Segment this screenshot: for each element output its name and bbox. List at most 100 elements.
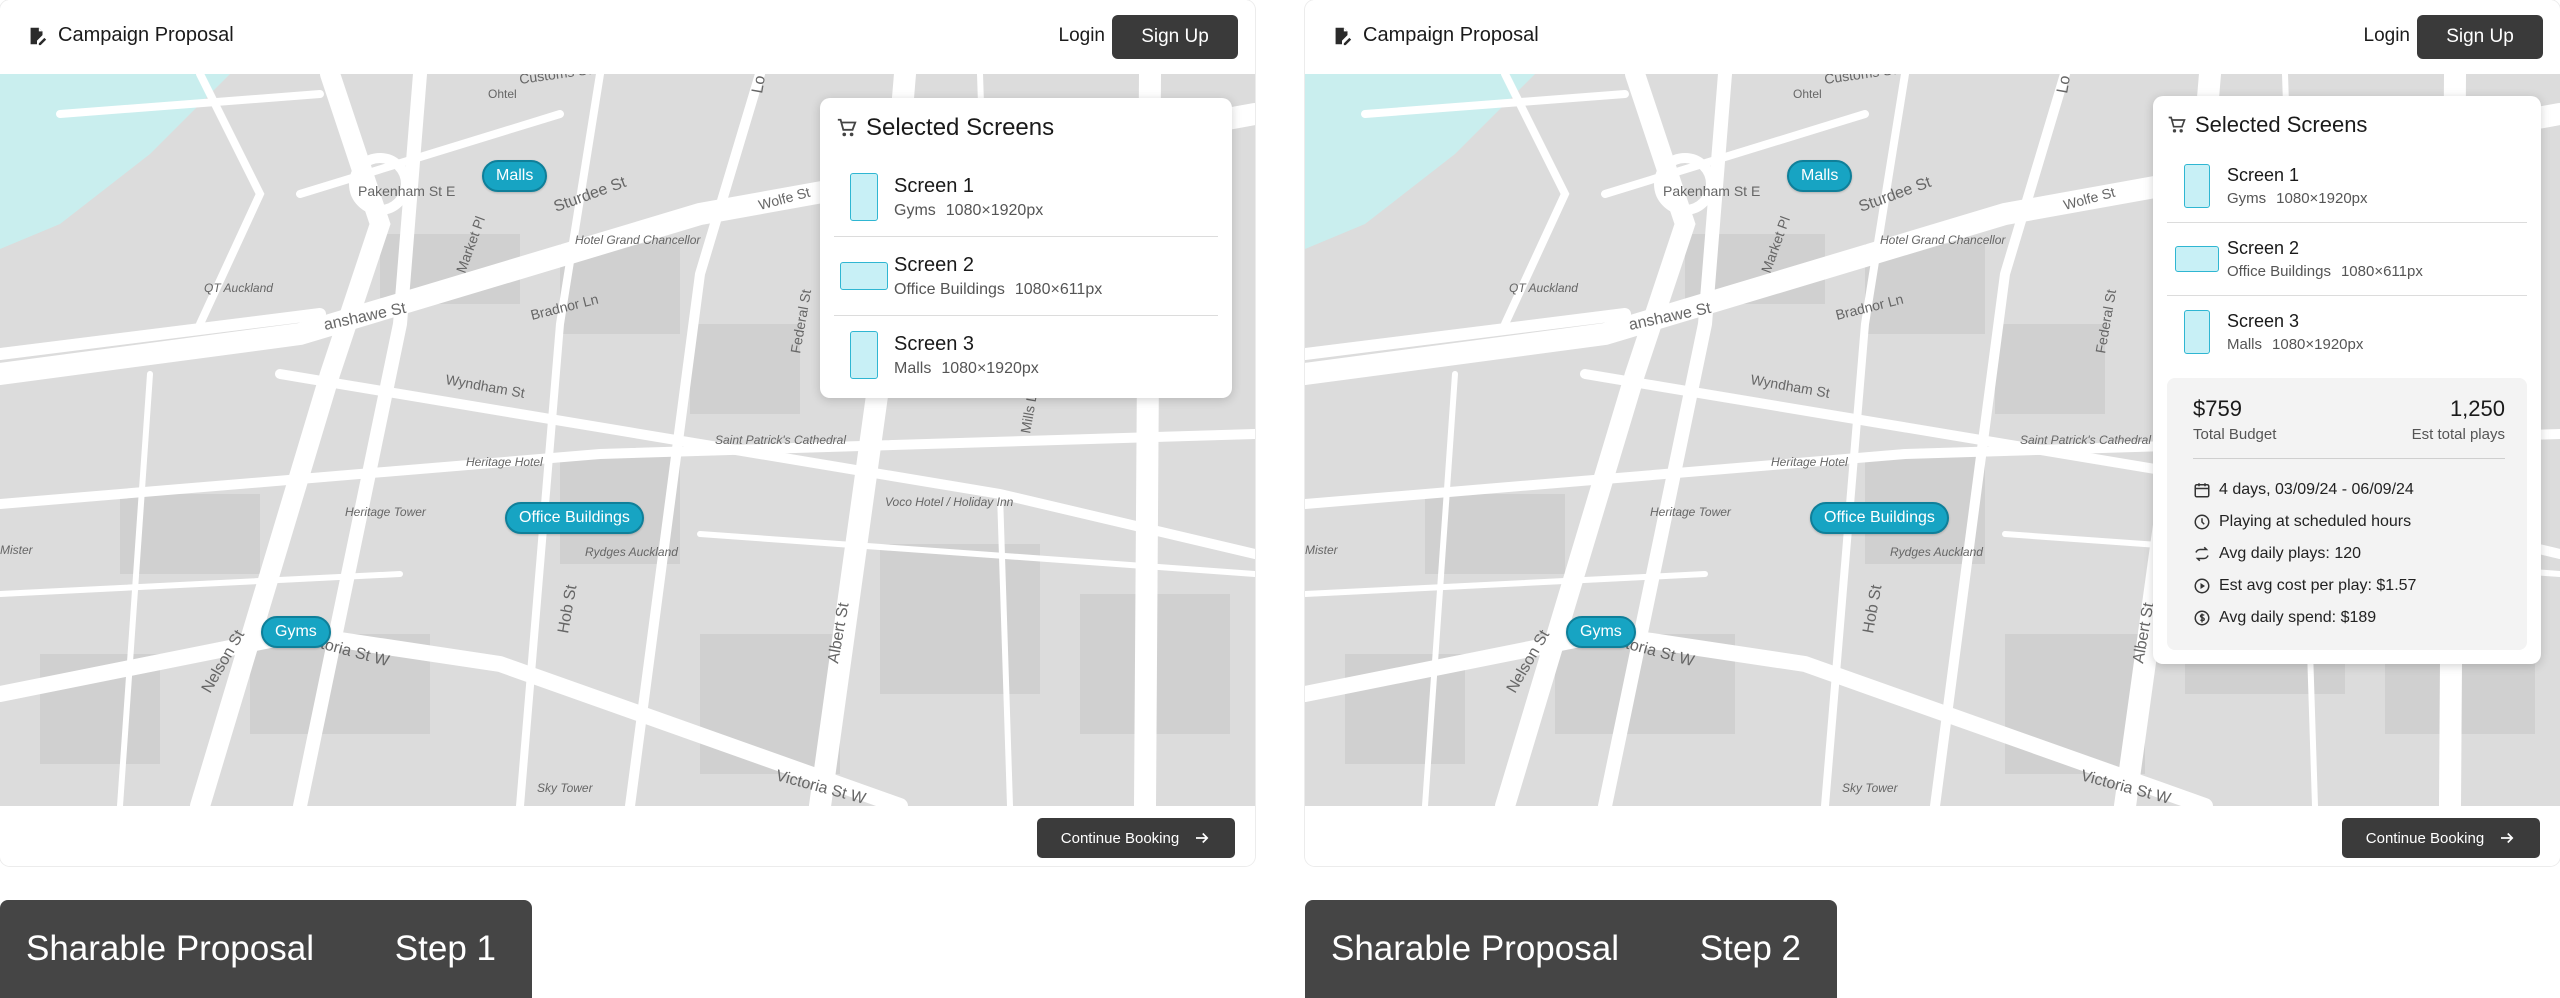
- play-icon: [2194, 578, 2210, 594]
- signup-button[interactable]: Sign Up: [1112, 15, 1238, 59]
- selected-screens-title: Selected Screens: [2195, 112, 2368, 137]
- signup-button[interactable]: Sign Up: [2417, 15, 2543, 59]
- detail-text: Playing at scheduled hours: [2219, 513, 2412, 530]
- map-pin-malls[interactable]: Malls: [1787, 160, 1853, 192]
- detail-text: Est avg cost per play: $1.57: [2219, 577, 2417, 594]
- landscape-screen-thumbnail: [2175, 246, 2219, 272]
- map-label: Pakenham St E: [1663, 183, 1760, 199]
- top-bar: Campaign Proposal Login Sign Up: [1305, 0, 2560, 74]
- total-budget-value: $759: [2193, 396, 2242, 421]
- screen-category: Office Buildings: [2227, 263, 2331, 280]
- calendar-icon: [2194, 483, 2210, 498]
- login-button[interactable]: Login: [1059, 25, 1106, 47]
- portrait-screen-thumbnail: [850, 173, 878, 221]
- screen-size: 1080×611px: [1014, 280, 1103, 298]
- total-plays-value: 1,250: [2449, 396, 2505, 421]
- screen-category: Gyms: [2227, 190, 2267, 207]
- map-label: QT Auckland: [204, 281, 273, 295]
- footer: Continue Booking: [1305, 806, 2560, 866]
- screen-list: Screen 1 Gyms 1080×1920px Screen 2 Office…: [2167, 150, 2527, 368]
- screen-name: Screen 2: [894, 253, 975, 276]
- map-label: Mister: [0, 543, 34, 557]
- brand-title: Campaign Proposal: [58, 24, 234, 46]
- document-edit-icon: [1335, 27, 1352, 45]
- selected-screens-card: Selected Screens Screen 1 Gyms 1080×1920p…: [2153, 96, 2541, 664]
- map-pin-gyms[interactable]: Gyms: [261, 616, 331, 648]
- screen-name: Screen 3: [2227, 311, 2300, 331]
- map-label: Sky Tower: [1842, 781, 1899, 795]
- map-label: Lo: [2054, 74, 2074, 95]
- brand-title: Campaign Proposal: [1363, 24, 1539, 46]
- caption-step-2: Sharable Proposal Step 2: [1305, 900, 1837, 998]
- hours-detail: Playing at scheduled hours: [2193, 506, 2416, 538]
- map-label: Mister: [1305, 543, 1339, 557]
- top-bar: Campaign Proposal Login Sign Up: [0, 0, 1255, 74]
- map-label: Voco Hotel / Holiday Inn: [885, 495, 1014, 509]
- map-label: Pakenham St E: [358, 183, 455, 199]
- map-label: Ohtel: [488, 87, 517, 101]
- screen-row-1[interactable]: Screen 1 Gyms 1080×1920px: [834, 158, 1218, 237]
- brand[interactable]: Campaign Proposal: [26, 24, 234, 47]
- map-pin-office-buildings[interactable]: Office Buildings: [1810, 502, 1949, 534]
- cart-icon: [837, 118, 857, 137]
- dollar-icon: [2194, 610, 2210, 626]
- map-label: Hotel Grand Chancellor: [1880, 233, 2006, 247]
- map-label: Heritage Tower: [1650, 505, 1732, 519]
- map-label: Lo: [749, 74, 769, 95]
- document-edit-icon: [30, 27, 47, 45]
- proposal-panel-step-1: Campaign Proposal Login Sign Up Customs …: [0, 0, 1255, 866]
- map-label: Rydges Auckland: [585, 545, 678, 559]
- map-label: Rydges Auckland: [1890, 545, 1983, 559]
- screen-size: 1080×1920px: [2276, 190, 2368, 207]
- screen-row-2[interactable]: Screen 2 Office Buildings 1080×611px: [834, 237, 1218, 316]
- map[interactable]: Customs St Ohtel Pakenham St E Sturdee S…: [0, 74, 1255, 806]
- proposal-panel-step-2: Campaign Proposal Login Sign Up Customs …: [1305, 0, 2560, 866]
- clock-icon: [2194, 514, 2210, 530]
- screen-row-3[interactable]: Screen 3 Malls 1080×1920px: [834, 316, 1218, 394]
- map-label: Ohtel: [1793, 87, 1822, 101]
- login-button[interactable]: Login: [2364, 25, 2411, 47]
- cost-detail: Est avg cost per play: $1.57: [2193, 570, 2416, 602]
- map-label: Saint Patrick's Cathedral: [715, 433, 846, 447]
- repeat-icon: [2195, 546, 2209, 562]
- arrow-right-icon: [1196, 832, 1209, 844]
- map-label: QT Auckland: [1509, 281, 1578, 295]
- map-pin-office-buildings[interactable]: Office Buildings: [505, 502, 644, 534]
- selected-screens-title: Selected Screens: [866, 114, 1055, 141]
- budget-summary: $759 Total Budget 1,250 Est total plays …: [2167, 378, 2527, 650]
- footer: Continue Booking: [0, 806, 1255, 866]
- map-label: Heritage Hotel: [1771, 455, 1848, 469]
- summary-divider: [2193, 458, 2505, 459]
- screen-list: Screen 1 Gyms 1080×1920px Screen 2 Office…: [834, 158, 1218, 394]
- map-label: Heritage Hotel: [466, 455, 543, 469]
- total-plays-label: Est total plays: [2411, 426, 2505, 443]
- screen-size: 1080×611px: [2340, 263, 2423, 280]
- screen-category: Gyms: [894, 201, 936, 219]
- map-pin-gyms[interactable]: Gyms: [1566, 616, 1636, 648]
- continue-booking-button[interactable]: Continue Booking: [2342, 818, 2540, 858]
- cart-icon: [2168, 116, 2186, 133]
- detail-text: Avg daily plays: 120: [2219, 545, 2362, 562]
- spend-detail: Avg daily spend: $189: [2193, 602, 2416, 634]
- screen-size: 1080×1920px: [2272, 336, 2364, 353]
- continue-booking-label: Continue Booking: [2365, 829, 2485, 847]
- screen-category: Malls: [894, 359, 932, 377]
- selected-screens-card: Selected Screens Screen 1 Gyms 1080×1920p…: [820, 98, 1232, 398]
- continue-booking-button[interactable]: Continue Booking: [1037, 818, 1235, 858]
- selected-screens-header: Selected Screens: [2167, 112, 2367, 138]
- map-pin-malls[interactable]: Malls: [482, 160, 548, 192]
- map-label: Sky Tower: [537, 781, 594, 795]
- landscape-screen-thumbnail: [840, 262, 888, 290]
- screen-size: 1080×1920px: [941, 359, 1039, 377]
- screen-row-2[interactable]: Screen 2 Office Buildings 1080×611px: [2167, 223, 2527, 296]
- arrow-right-icon: [2501, 832, 2514, 844]
- map-label: Hotel Grand Chancellor: [575, 233, 701, 247]
- map[interactable]: Customs St Ohtel Pakenham St E Sturdee S…: [1305, 74, 2560, 806]
- brand[interactable]: Campaign Proposal: [1331, 24, 1539, 47]
- screen-row-1[interactable]: Screen 1 Gyms 1080×1920px: [2167, 150, 2527, 223]
- map-label: Saint Patrick's Cathedral: [2020, 433, 2151, 447]
- summary-details: 4 days, 03/09/24 - 06/09/24 Playing at s…: [2193, 474, 2416, 634]
- screen-row-3[interactable]: Screen 3 Malls 1080×1920px: [2167, 296, 2527, 368]
- caption-title: Sharable Proposal: [26, 929, 314, 968]
- caption-title: Sharable Proposal: [1331, 929, 1619, 968]
